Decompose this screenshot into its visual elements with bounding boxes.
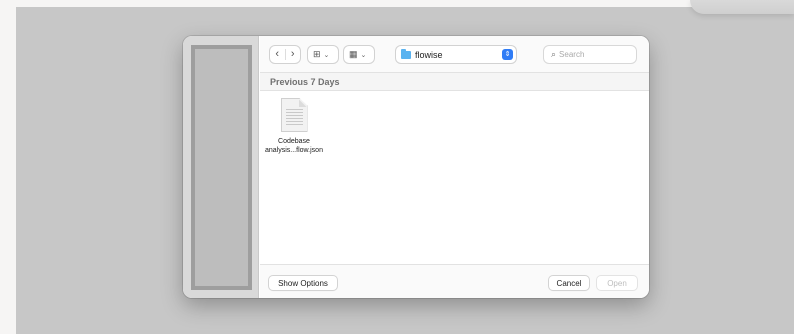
group-icon: ▦ — [349, 49, 358, 59]
file-open-dialog: ‹ › ⊞ ⌄ ▦ ⌄ flowise ⇕ ⌕ Previous — [183, 36, 649, 298]
json-document-icon — [280, 98, 308, 132]
folder-icon — [401, 48, 411, 59]
open-button[interactable]: Open — [597, 276, 637, 290]
chevron-down-icon: ⌄ — [360, 51, 367, 59]
search-icon: ⌕ — [551, 49, 557, 59]
back-icon[interactable]: ‹ — [270, 46, 285, 63]
toolbar: ‹ › ⊞ ⌄ ▦ ⌄ flowise ⇕ ⌕ — [260, 36, 649, 72]
view-mode-button[interactable]: ⊞ ⌄ — [308, 46, 338, 63]
text-lines — [285, 107, 303, 127]
forward-icon[interactable]: › — [285, 46, 300, 63]
search-field: ⌕ — [544, 46, 636, 63]
current-folder-name: flowise — [415, 49, 443, 60]
sidebar — [183, 36, 259, 298]
popup-chevron-icon: ⇕ — [502, 49, 513, 60]
file-name-line-1: Codebase — [278, 138, 310, 145]
window-corner — [690, 0, 794, 14]
section-header: Previous 7 Days — [260, 72, 649, 91]
file-browser: ‹ › ⊞ ⌄ ▦ ⌄ flowise ⇕ ⌕ Previous — [260, 36, 649, 298]
show-options-button[interactable]: Show Options — [269, 276, 337, 290]
back-forward-control: ‹ › — [270, 46, 300, 63]
group-by-button[interactable]: ▦ ⌄ — [344, 46, 374, 63]
location-popup[interactable]: flowise ⇕ — [396, 46, 516, 63]
file-name-line-2: analysis...flow.json — [265, 147, 323, 154]
sidebar-placeholder — [191, 45, 252, 290]
page-fold — [298, 99, 307, 107]
file-name: Codebase analysis...flow.json — [265, 137, 323, 155]
search-input[interactable] — [559, 50, 630, 59]
dialog-footer: Show Options Cancel Open — [260, 264, 649, 298]
file-item[interactable]: Codebase analysis...flow.json — [260, 98, 328, 164]
cancel-button[interactable]: Cancel — [549, 276, 589, 290]
grid-view-icon: ⊞ — [313, 49, 321, 59]
chevron-down-icon: ⌄ — [323, 51, 330, 59]
